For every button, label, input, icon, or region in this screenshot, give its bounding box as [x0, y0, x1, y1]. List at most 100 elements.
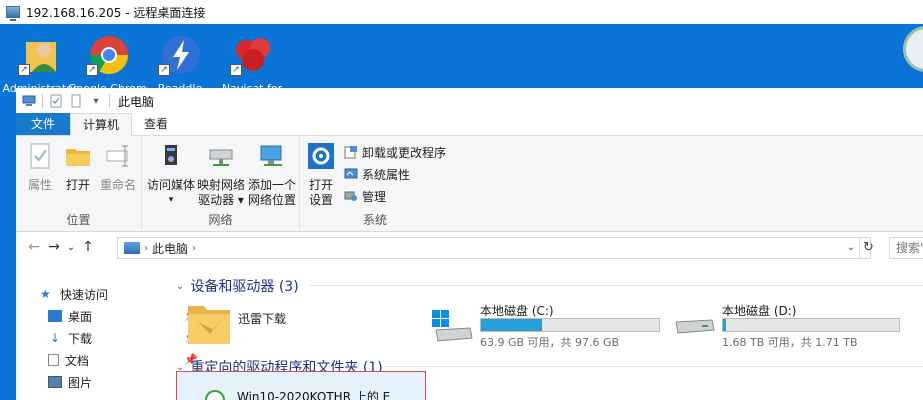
document-icon: [48, 354, 59, 366]
desktop-icon-navicat[interactable]: ↗ Navicat for: [216, 32, 288, 95]
divider: [42, 94, 43, 108]
rename-button-label: 重命名: [99, 178, 136, 192]
ribbon-group-location: 属性 打开 重命名 位置: [16, 136, 142, 232]
ribbon-tab-bar: 文件 计算机 查看: [16, 113, 923, 136]
open-button[interactable]: 打开: [60, 142, 96, 193]
map-network-drive-label-line1: 映射网络: [196, 178, 245, 192]
shortcut-arrow-icon: ↗: [86, 64, 98, 76]
map-network-drive-button[interactable]: 映射网络 驱动器 ▾: [196, 142, 246, 208]
gear-icon: [308, 143, 334, 169]
system-properties-icon: [344, 168, 358, 179]
tab-file[interactable]: 文件: [16, 113, 70, 135]
back-arrow-icon[interactable]: ←: [24, 239, 44, 255]
tab-view[interactable]: 查看: [132, 113, 180, 135]
forward-arrow-icon[interactable]: →: [44, 239, 64, 255]
new-folder-quick-access-icon[interactable]: [69, 94, 83, 108]
remote-desktop-title: 192.168.16.205 - 远程桌面连接: [26, 5, 206, 20]
open-settings-label-line1: 打开: [308, 178, 333, 192]
drive-tile-c[interactable]: 本地磁盘 (C:) 63.9 GB 可用，共 97.6 GB: [430, 300, 670, 350]
folder-icon: [188, 306, 230, 344]
search-input[interactable]: 搜索": [889, 237, 923, 259]
pictures-icon: [48, 376, 62, 388]
nav-item-desktop[interactable]: 桌面 📌: [48, 306, 198, 326]
up-arrow-icon[interactable]: ↑: [78, 239, 98, 255]
network-monitor-icon: [260, 145, 282, 166]
system-properties-button[interactable]: 系统属性: [344, 164, 410, 184]
drive-name: 本地磁盘 (C:): [480, 304, 554, 318]
properties-icon: [30, 143, 50, 169]
open-settings-label-line2: 设置: [308, 193, 333, 207]
shortcut-arrow-icon: ↗: [158, 64, 170, 76]
divider: [310, 285, 923, 286]
access-media-dropdown-chevron: ▾: [168, 195, 174, 205]
section-title: 设备和驱动器 (3): [190, 279, 299, 295]
drive-free-space: 63.9 GB 可用，共 97.6 GB: [480, 336, 620, 349]
nav-item-pictures[interactable]: 图片 📌: [48, 372, 198, 392]
desktop-icon: [48, 310, 62, 322]
access-media-button[interactable]: 访问媒体 ▾: [146, 142, 196, 208]
ribbon-group-system: 打开 设置 卸载或更改程序 系统属性 管理 系统: [300, 136, 450, 232]
ribbon-group-label: 位置: [66, 213, 91, 227]
uninstall-program-label: 卸载或更改程序: [362, 145, 447, 160]
manage-label: 管理: [362, 189, 387, 204]
windows-drive-icon: [432, 310, 473, 342]
drive-usage-bar: [480, 318, 660, 332]
open-button-label: 打开: [65, 178, 90, 192]
drive-tile-d[interactable]: 本地磁盘 (D:) 1.68 TB 可用，共 1.71 TB: [672, 300, 922, 350]
desktop-icon-administrator[interactable]: ↗ Administrator: [3, 32, 78, 95]
remote-desktop-titlebar: 192.168.16.205 - 远程桌面连接: [0, 0, 923, 24]
computer-icon: [22, 94, 36, 108]
ribbon: 属性 打开 重命名 位置 访问媒体 ▾ 映射网络 驱动器 ▾ 添加一个 网络位置…: [16, 136, 923, 232]
breadcrumb[interactable]: 此电脑: [152, 240, 188, 257]
drive-usage-fill: [481, 319, 543, 331]
avatar: [903, 26, 923, 72]
media-server-icon: [165, 145, 177, 165]
map-network-drive-label-line2: 驱动器 ▾: [198, 193, 244, 207]
customize-quick-access-chevron-icon[interactable]: ▾: [89, 94, 103, 108]
nav-item-downloads[interactable]: ↓ 下载 📌: [48, 328, 198, 348]
breadcrumb-separator-icon[interactable]: ›: [192, 243, 196, 254]
navigation-pane: ★ 快速访问 桌面 📌 ↓ 下载 📌 文档 📌 图片 📌: [40, 284, 198, 400]
network-drive-icon: [205, 390, 225, 400]
nav-item-label: 图片: [68, 375, 93, 390]
properties-quick-access-icon[interactable]: [49, 94, 63, 108]
hard-drive-icon: [675, 319, 715, 334]
recent-locations-chevron-icon[interactable]: ⌄: [64, 242, 78, 253]
computer-management-icon: [344, 191, 357, 201]
folder-name: 迅雷下载: [238, 312, 287, 326]
network-drive-icon: [209, 149, 233, 166]
tab-computer[interactable]: 计算机: [70, 113, 133, 136]
ribbon-group-network: 访问媒体 ▾ 映射网络 驱动器 ▾ 添加一个 网络位置 网络: [142, 136, 300, 232]
system-properties-label: 系统属性: [362, 167, 411, 182]
rename-icon: [106, 145, 128, 167]
open-settings-button[interactable]: 打开 设置: [304, 142, 338, 208]
drive-usage-fill: [723, 319, 727, 331]
add-network-location-button[interactable]: 添加一个 网络位置: [246, 142, 298, 208]
star-icon: ★: [40, 287, 51, 301]
folder-tile-xunlei[interactable]: 迅雷下载: [186, 300, 406, 350]
nav-item-documents[interactable]: 文档 📌: [48, 350, 198, 370]
drive-name: 本地磁盘 (D:): [722, 304, 797, 318]
manage-button[interactable]: 管理: [344, 186, 386, 206]
explorer-titlebar: ▾ 此电脑: [16, 88, 923, 114]
address-history-chevron-icon[interactable]: ⌄: [843, 237, 859, 259]
nav-item-quick-access[interactable]: ★ 快速访问: [40, 284, 188, 304]
folder-open-icon: [66, 149, 90, 166]
section-header-devices[interactable]: ⌄ 设备和驱动器 (3): [176, 276, 299, 296]
desktop-icon-readdle[interactable]: ↗ Readdle: [144, 32, 216, 95]
ribbon-group-label: 网络: [208, 213, 233, 227]
properties-button[interactable]: 属性: [22, 142, 58, 193]
nav-item-label: 文档: [65, 353, 90, 368]
rename-button[interactable]: 重命名: [98, 142, 138, 193]
address-bar[interactable]: › 此电脑 ›: [117, 237, 871, 259]
uninstall-program-button[interactable]: 卸载或更改程序: [344, 142, 446, 162]
breadcrumb-separator-icon[interactable]: ›: [144, 243, 148, 254]
nav-item-label: 快速访问: [60, 287, 109, 302]
add-network-location-label-line2: 网络位置: [247, 193, 296, 207]
uninstall-icon: [344, 146, 357, 159]
ribbon-group-label: 系统: [362, 213, 387, 227]
collapse-chevron-icon[interactable]: ⌄: [176, 281, 184, 292]
redirected-drive-tile[interactable]: Win10-2020KOTHR 上的 E: [176, 371, 426, 400]
desktop-icon-chrome[interactable]: ↗ Google Chrome: [68, 32, 148, 95]
refresh-icon[interactable]: ↻: [859, 237, 877, 259]
